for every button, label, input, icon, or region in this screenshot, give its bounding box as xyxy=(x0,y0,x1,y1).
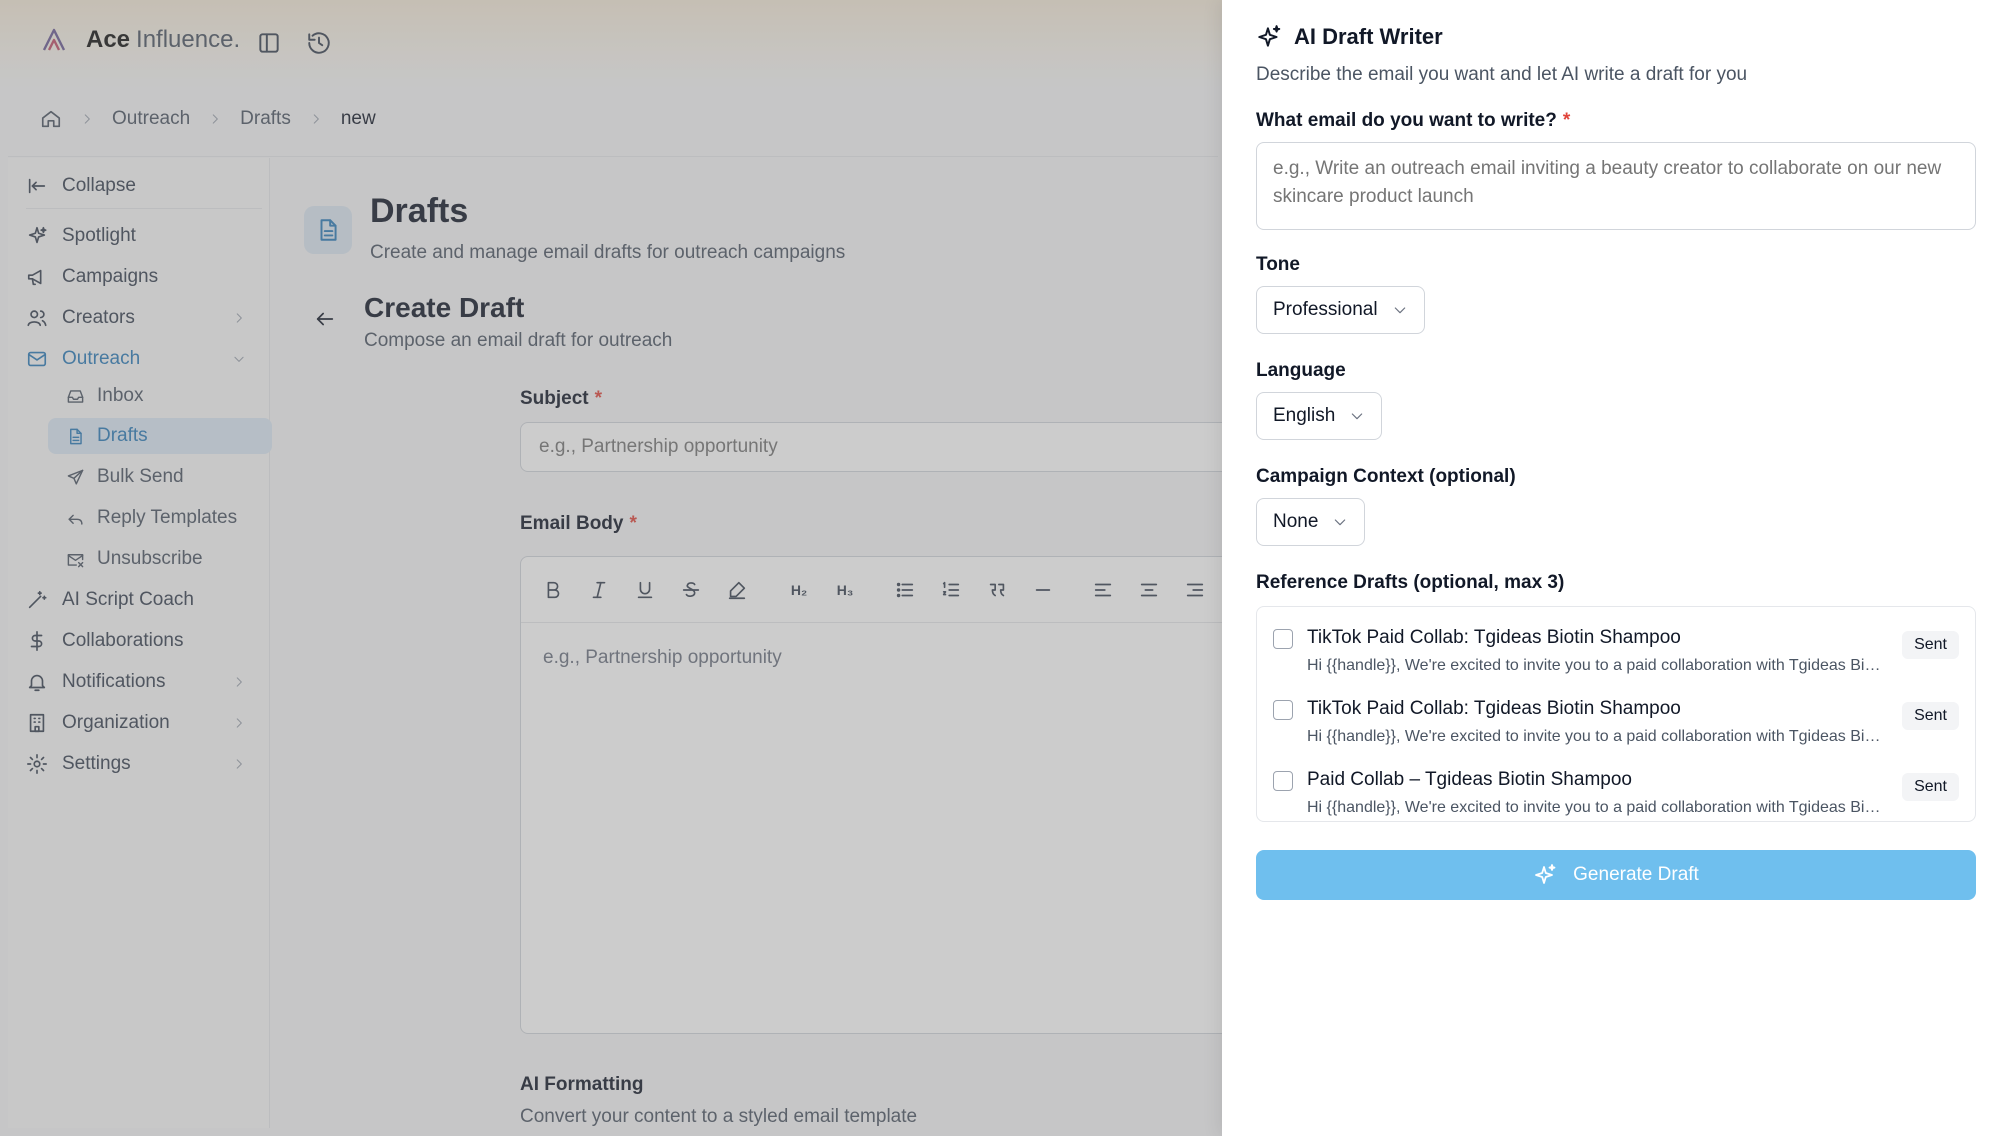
panel-subtitle: Describe the email you want and let AI w… xyxy=(1256,64,1748,85)
list-item[interactable]: TikTok Paid Collab: Tgideas Biotin Shamp… xyxy=(1257,609,1975,679)
tone-value: Professional xyxy=(1273,299,1378,320)
list-item[interactable]: Paid Collab – Tgideas Biotin Shampoo Hi … xyxy=(1257,751,1975,821)
chevron-down-icon xyxy=(1335,519,1346,526)
reference-checkbox[interactable] xyxy=(1273,629,1293,649)
list-item[interactable]: TikTok Paid Collab: Tgideas Biotin Shamp… xyxy=(1257,680,1975,750)
reference-checkbox[interactable] xyxy=(1273,700,1293,720)
tone-label: Tone xyxy=(1256,254,1300,275)
campaign-context-label: Campaign Context (optional) xyxy=(1256,466,1516,487)
tone-select[interactable]: Professional xyxy=(1256,286,1425,334)
chevron-down-icon xyxy=(1352,413,1363,420)
reference-preview: Hi {{handle}}, We're excited to invite y… xyxy=(1307,657,1887,674)
reference-title: Paid Collab – Tgideas Biotin Shampoo xyxy=(1307,769,1632,790)
status-badge: Sent xyxy=(1902,702,1959,730)
modal-overlay[interactable] xyxy=(0,0,1222,1136)
language-select[interactable]: English xyxy=(1256,392,1383,440)
campaign-context-select[interactable]: None xyxy=(1256,498,1366,546)
reference-title: TikTok Paid Collab: Tgideas Biotin Shamp… xyxy=(1307,698,1681,719)
reference-drafts-list: TikTok Paid Collab: Tgideas Biotin Shamp… xyxy=(1256,606,1976,822)
panel-title-text: AI Draft Writer xyxy=(1294,24,1443,49)
prompt-label: What email do you want to write? * xyxy=(1256,110,1570,132)
prompt-textarea[interactable] xyxy=(1256,142,1976,230)
chevron-down-icon xyxy=(1394,307,1405,314)
generate-draft-button[interactable]: Generate Draft xyxy=(1256,850,1976,900)
language-value: English xyxy=(1273,405,1336,426)
sparkles-icon xyxy=(1258,25,1281,47)
reference-drafts-label: Reference Drafts (optional, max 3) xyxy=(1256,572,1565,593)
ai-draft-writer-panel: AI Draft Writer Describe the email you w… xyxy=(1222,0,2000,1136)
reference-preview: Hi {{handle}}, We're excited to invite y… xyxy=(1307,799,1887,816)
prompt-label-text: What email do you want to write? xyxy=(1256,110,1557,131)
generate-draft-label: Generate Draft xyxy=(1573,864,1699,885)
reference-preview: Hi {{handle}}, We're excited to invite y… xyxy=(1307,728,1887,745)
reference-title: TikTok Paid Collab: Tgideas Biotin Shamp… xyxy=(1307,627,1681,648)
language-label: Language xyxy=(1256,360,1346,381)
status-badge: Sent xyxy=(1902,773,1959,801)
reference-checkbox[interactable] xyxy=(1273,771,1293,791)
panel-title: AI Draft Writer xyxy=(1256,24,1443,50)
campaign-context-value: None xyxy=(1273,511,1319,532)
sparkles-icon xyxy=(1535,864,1556,884)
status-badge: Sent xyxy=(1902,631,1959,659)
required-mark: * xyxy=(1562,110,1571,131)
